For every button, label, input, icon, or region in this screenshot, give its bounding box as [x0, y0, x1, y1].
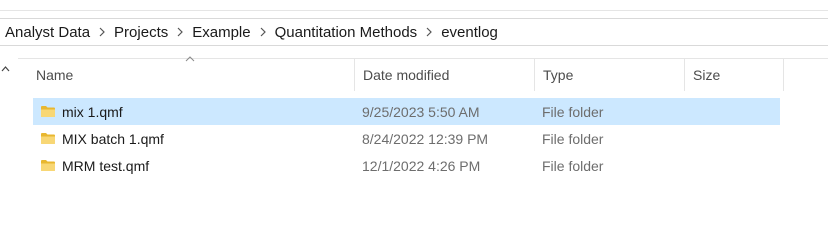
file-date-modified: 12/1/2022 4:26 PM	[362, 157, 481, 174]
column-header-date-label: Date modified	[363, 67, 450, 83]
column-header-type[interactable]: Type	[534, 59, 684, 91]
breadcrumb-item-example[interactable]: Example	[190, 24, 252, 41]
file-explorer-window: Analyst Data Projects Example Quantitati…	[0, 0, 828, 243]
breadcrumb[interactable]: Analyst Data Projects Example Quantitati…	[0, 18, 828, 46]
chevron-right-icon[interactable]	[419, 27, 439, 37]
file-name: mix 1.qmf	[62, 103, 123, 120]
chevron-right-icon[interactable]	[253, 27, 273, 37]
chevron-right-icon[interactable]	[92, 27, 112, 37]
navigation-pane	[0, 58, 18, 243]
column-header-type-label: Type	[543, 67, 574, 83]
file-row-mrm-test[interactable]: MRM test.qmf 12/1/2022 4:26 PM File fold…	[33, 152, 780, 179]
file-type: File folder	[542, 130, 604, 147]
file-type: File folder	[542, 103, 604, 120]
folder-icon	[41, 133, 55, 144]
column-header-name[interactable]: Name	[28, 59, 354, 91]
column-header-size[interactable]: Size	[684, 59, 784, 91]
breadcrumb-item-projects[interactable]: Projects	[112, 24, 170, 41]
breadcrumb-item-analyst-data[interactable]: Analyst Data	[0, 24, 92, 41]
file-name: MRM test.qmf	[62, 157, 150, 174]
column-header-row: Name Date modified Type Size	[18, 56, 828, 91]
file-row-mix-1[interactable]: mix 1.qmf 9/25/2023 5:50 AM File folder	[33, 98, 780, 125]
toolbar-strip	[0, 0, 828, 11]
chevron-right-icon[interactable]	[170, 27, 190, 37]
breadcrumb-item-quantitation-methods[interactable]: Quantitation Methods	[273, 24, 420, 41]
column-header-size-label: Size	[693, 67, 721, 83]
scroll-up-icon[interactable]	[0, 64, 10, 74]
column-header-date-modified[interactable]: Date modified	[354, 59, 534, 91]
file-name: MIX batch 1.qmf	[62, 130, 164, 147]
folder-icon	[41, 160, 55, 171]
file-type: File folder	[542, 157, 604, 174]
file-row-mix-batch-1[interactable]: MIX batch 1.qmf 8/24/2022 12:39 PM File …	[33, 125, 780, 152]
column-header-name-label: Name	[36, 67, 74, 83]
breadcrumb-item-eventlog[interactable]: eventlog	[439, 24, 500, 41]
folder-icon	[41, 106, 55, 117]
file-date-modified: 9/25/2023 5:50 AM	[362, 103, 480, 120]
file-date-modified: 8/24/2022 12:39 PM	[362, 130, 489, 147]
